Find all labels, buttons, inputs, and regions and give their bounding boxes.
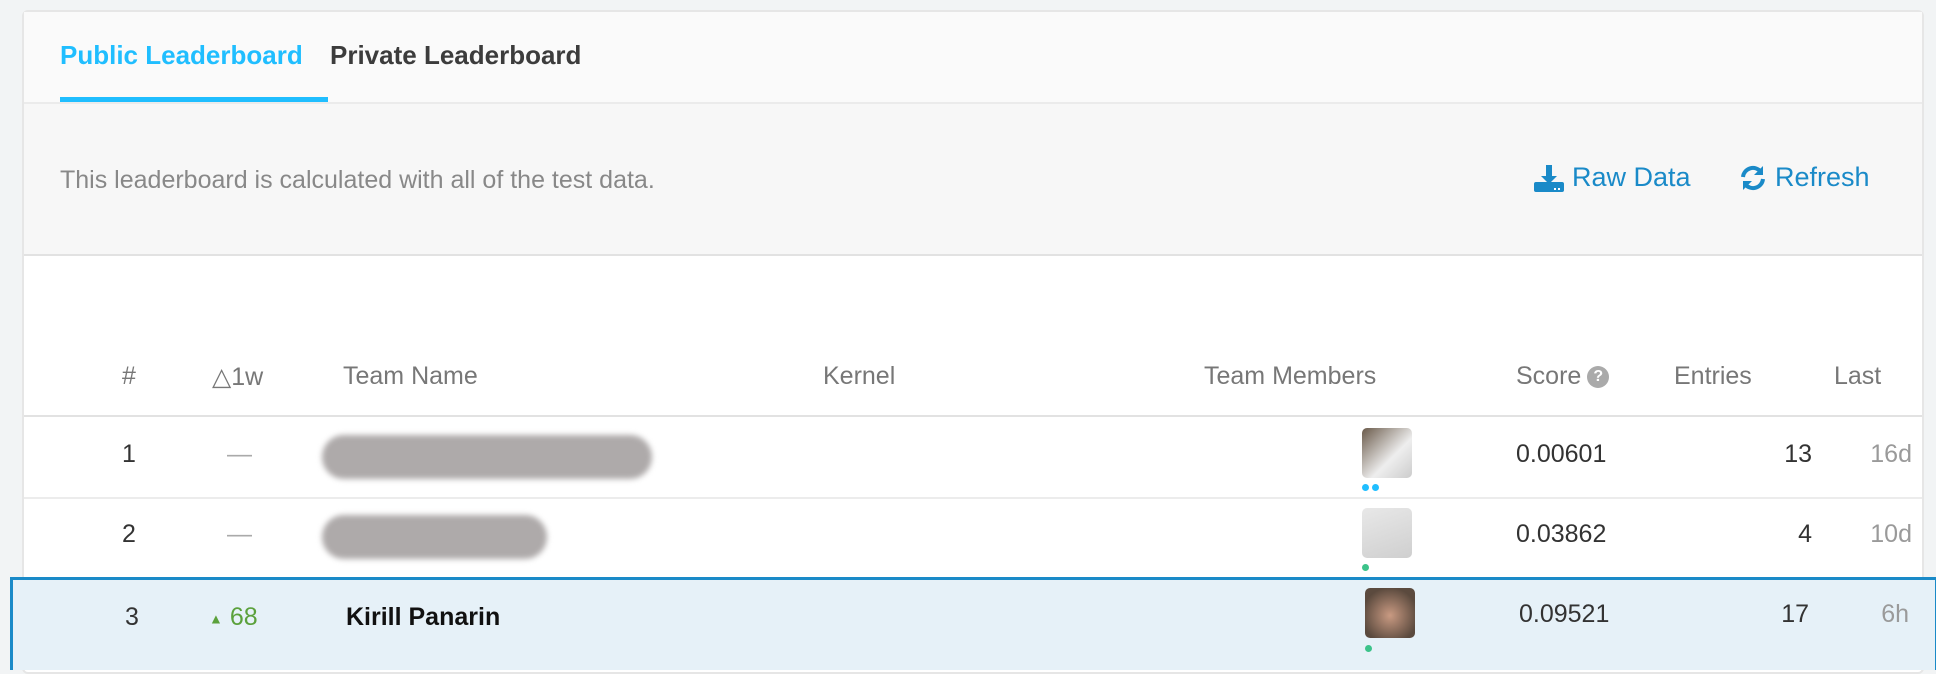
score: 0.00601 <box>1516 440 1607 468</box>
raw-data-button[interactable]: Raw Data <box>1534 162 1691 193</box>
entries: 17 <box>1781 600 1809 628</box>
column-kernel: Kernel <box>823 362 896 390</box>
rank-change: — <box>227 440 252 468</box>
rank-change: — <box>227 520 252 548</box>
table-row-current-user[interactable]: 3 ▲ 68 Kirill Panarin 0.09521 17 6h <box>10 577 1936 670</box>
entries: 13 <box>1784 440 1812 468</box>
member-dot <box>1362 564 1369 571</box>
tab-public-leaderboard[interactable]: Public Leaderboard <box>60 40 303 71</box>
column-team-members: Team Members <box>1204 362 1377 390</box>
tab-bar: Public Leaderboard Private Leaderboard <box>24 12 1922 104</box>
score: 0.09521 <box>1519 600 1610 628</box>
column-delta: △1w <box>212 363 264 391</box>
member-dot <box>1365 645 1372 652</box>
rank: 3 <box>125 603 139 631</box>
leaderboard-card: Public Leaderboard Private Leaderboard T… <box>10 10 1936 674</box>
download-icon <box>1534 164 1564 192</box>
member-dot <box>1362 484 1369 491</box>
column-entries: Entries <box>1674 362 1752 390</box>
help-icon[interactable]: ? <box>1587 365 1610 388</box>
team-member-avatar[interactable] <box>1362 508 1412 558</box>
rank: 2 <box>122 520 136 548</box>
info-banner: This leaderboard is calculated with all … <box>24 104 1922 256</box>
column-rank: # <box>122 362 136 390</box>
member-dot <box>1372 484 1379 491</box>
rank-change-value: 68 <box>229 603 258 631</box>
refresh-button[interactable]: Refresh <box>1739 162 1870 193</box>
active-tab-indicator <box>60 97 328 102</box>
redacted-team-name <box>322 515 547 559</box>
team-member-avatar[interactable] <box>1365 588 1415 638</box>
entries: 4 <box>1798 520 1812 548</box>
arrow-up-icon: ▲ <box>209 610 223 627</box>
refresh-label: Refresh <box>1775 162 1870 192</box>
rank-change: ▲ 68 <box>209 603 258 632</box>
last-submission: 6h <box>1881 600 1909 628</box>
column-score-label: Score <box>1516 362 1582 390</box>
redacted-team-name <box>322 435 652 479</box>
score: 0.03862 <box>1516 520 1607 548</box>
info-text: This leaderboard is calculated with all … <box>60 166 655 194</box>
rank: 1 <box>122 440 136 468</box>
last-submission: 10d <box>1870 520 1912 548</box>
last-submission: 16d <box>1870 440 1912 468</box>
column-last: Last <box>1834 362 1882 390</box>
table-row[interactable]: 2 — 0.03862 4 10d <box>24 497 1922 579</box>
column-score: Score ? <box>1516 362 1610 391</box>
table-row[interactable]: 1 — 0.00601 13 16d <box>24 417 1922 499</box>
raw-data-label: Raw Data <box>1572 162 1691 192</box>
team-member-avatar[interactable] <box>1362 428 1412 478</box>
team-name[interactable]: Kirill Panarin <box>346 603 500 632</box>
column-team-name: Team Name <box>343 362 478 390</box>
tab-private-leaderboard[interactable]: Private Leaderboard <box>330 40 581 71</box>
refresh-icon <box>1741 165 1765 190</box>
